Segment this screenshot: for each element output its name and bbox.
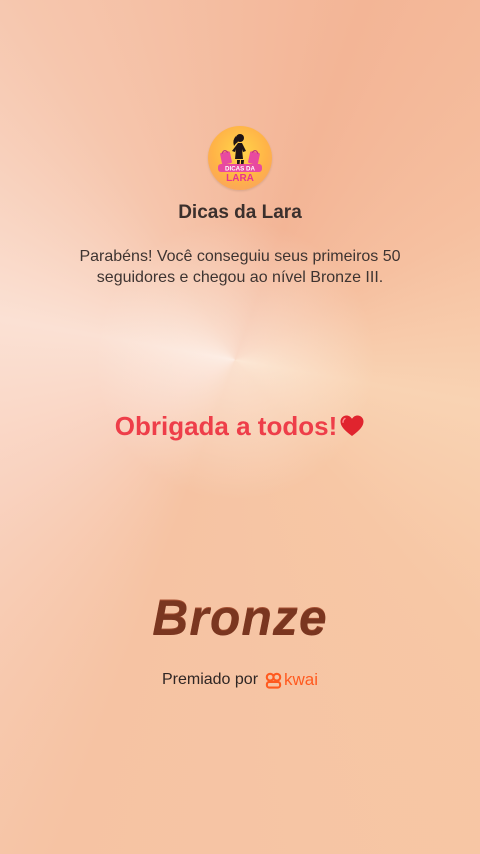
thanks-line: Obrigada a todos! <box>0 411 480 442</box>
dicas-da-lara-logo-icon: DICAS DA LARA <box>218 134 262 184</box>
profile-avatar: DICAS DA LARA <box>208 126 272 190</box>
account-name: Dicas da Lara <box>178 202 302 223</box>
kwai-logo-icon <box>265 672 282 689</box>
awarded-by: Premiado por kwai <box>0 670 480 690</box>
achievement-screen: DICAS DA LARA Dicas da Lara Parabéns! Vo… <box>0 0 480 854</box>
avatar-text-bottom: LARA <box>226 173 254 184</box>
red-heart-icon <box>340 415 364 436</box>
thanks-text: Obrigada a todos! <box>114 411 338 441</box>
level-badge-text: Bronze <box>0 588 480 646</box>
avatar-text-top: DICAS DA <box>225 165 255 172</box>
awarded-by-label: Premiado por <box>161 671 259 688</box>
kwai-brand-text: kwai <box>284 670 319 689</box>
kwai-brand: kwai <box>265 670 318 690</box>
achievement-message: Parabéns! Você conseguiu seus primeiros … <box>79 248 401 286</box>
